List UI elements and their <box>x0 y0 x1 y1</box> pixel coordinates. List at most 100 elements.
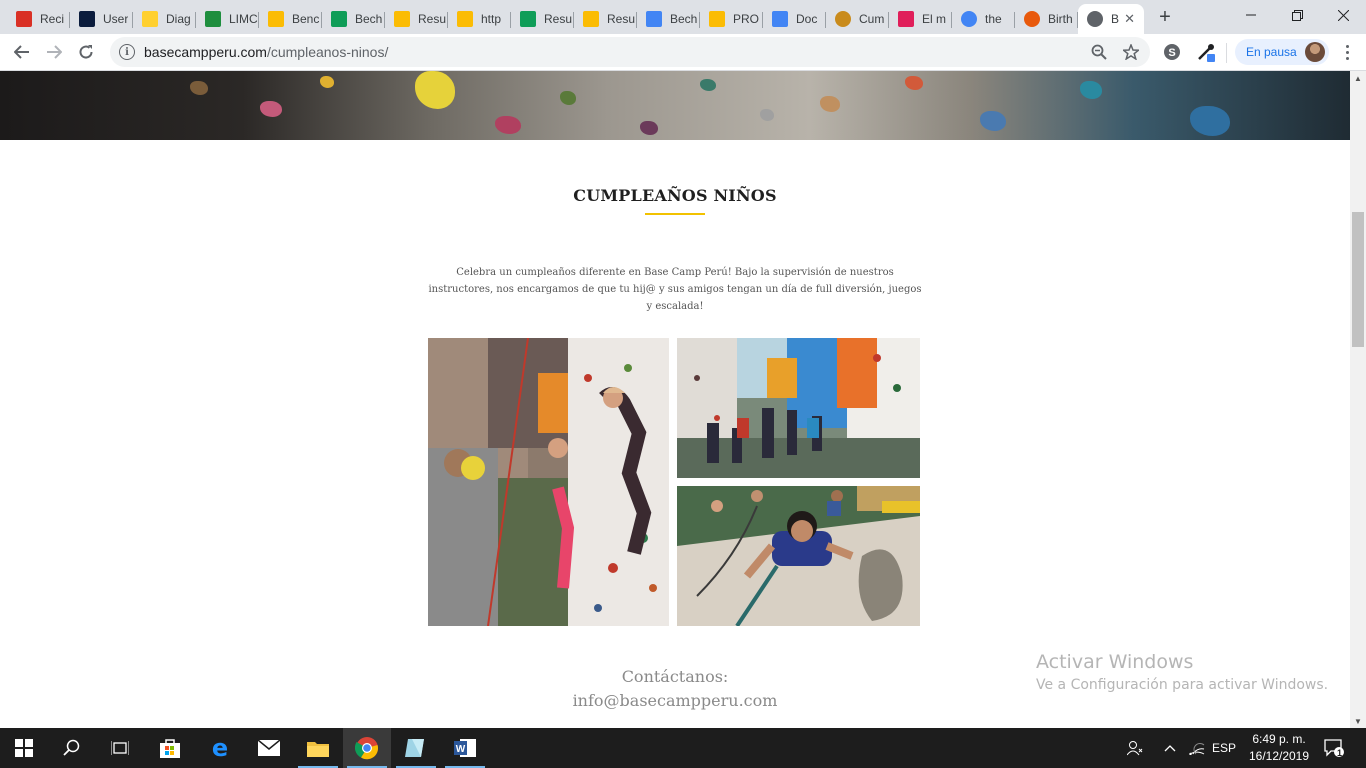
notes-icon <box>405 739 424 757</box>
google-icon <box>961 11 977 27</box>
tab-14[interactable]: Cum <box>826 4 889 34</box>
word-icon: W <box>454 739 476 757</box>
browser-menu-icon[interactable] <box>1337 42 1357 62</box>
climbing-photo-gym <box>677 338 920 478</box>
url-path: /cumpleanos-ninos/ <box>266 44 389 60</box>
notes-app-button[interactable] <box>392 728 440 768</box>
search-icon <box>63 739 80 756</box>
tab-2[interactable]: User <box>70 4 133 34</box>
toolbar-divider <box>1226 43 1227 63</box>
hero-banner-image <box>0 71 1350 140</box>
task-view-button[interactable] <box>96 728 144 768</box>
edge-icon: e <box>212 736 228 760</box>
eyedropper-extension-icon[interactable] <box>1196 42 1216 62</box>
minimize-button[interactable] <box>1228 0 1274 30</box>
edge-app-button[interactable]: e <box>196 728 244 768</box>
tab-5[interactable]: Benc <box>259 4 322 34</box>
task-view-icon <box>111 741 129 755</box>
activation-watermark-subtitle: Ve a Configuración para activar Windows. <box>1036 677 1329 693</box>
tab-15[interactable]: El m <box>889 4 952 34</box>
tab-12[interactable]: PRO <box>700 4 763 34</box>
tab-label: Resu <box>418 12 447 26</box>
tab-9[interactable]: Resu <box>511 4 574 34</box>
site-info-icon[interactable]: i <box>119 44 135 60</box>
tab-label: PRO <box>733 12 760 26</box>
mail-icon <box>258 740 280 756</box>
network-button[interactable] <box>1186 728 1208 768</box>
chrome-app-button[interactable] <box>343 728 391 768</box>
globe-icon <box>1087 11 1103 27</box>
tab-17[interactable]: Birth <box>1015 4 1078 34</box>
classroom-icon <box>205 11 221 27</box>
tab-8[interactable]: http <box>448 4 511 34</box>
action-center-button[interactable]: 1 <box>1320 728 1348 768</box>
close-window-button[interactable] <box>1320 0 1366 30</box>
word-app-button[interactable]: W <box>441 728 489 768</box>
people-button[interactable] <box>1124 728 1146 768</box>
reload-icon <box>79 45 93 59</box>
sheets-icon <box>331 11 347 27</box>
wifi-icon <box>1189 743 1205 755</box>
search-button[interactable] <box>48 728 96 768</box>
back-button[interactable] <box>8 38 36 66</box>
scroll-thumb[interactable] <box>1352 212 1364 347</box>
reload-button[interactable] <box>72 38 100 66</box>
avatar <box>1304 42 1325 62</box>
restore-button[interactable] <box>1274 0 1320 30</box>
start-button[interactable] <box>0 728 48 768</box>
address-bar[interactable]: i basecampperu.com/cumpleanos-ninos/ <box>110 37 1150 67</box>
language-indicator[interactable]: ESP <box>1210 728 1238 768</box>
people-icon <box>1127 741 1143 756</box>
chevron-up-icon <box>1164 745 1176 752</box>
profile-button[interactable]: En pausa <box>1235 39 1329 65</box>
zoom-icon[interactable] <box>1090 43 1108 61</box>
tab-13[interactable]: Doc <box>763 4 826 34</box>
tab-label: Resu <box>607 12 636 26</box>
tab-10[interactable]: Resu <box>574 4 637 34</box>
docs-icon <box>772 11 788 27</box>
tab-label: B <box>1111 12 1120 26</box>
restore-icon <box>1291 9 1303 21</box>
activation-watermark-title: Activar Windows <box>1036 651 1194 673</box>
close-icon <box>1337 9 1349 21</box>
new-tab-button[interactable]: + <box>1153 5 1177 29</box>
page-title: CUMPLEAÑOS NIÑOS <box>573 186 777 205</box>
climbing-photo-boy <box>677 486 920 626</box>
tab-label: http <box>481 12 502 26</box>
hidden-icons-button[interactable] <box>1160 728 1180 768</box>
tab-label: the <box>985 12 1002 26</box>
docs-icon <box>646 11 662 27</box>
bookmark-star-icon[interactable] <box>1122 43 1140 61</box>
folder-icon <box>307 742 329 757</box>
climbing-photo-girl <box>428 338 669 626</box>
svg-text:e: e <box>212 736 228 760</box>
skype-extension-icon[interactable]: S <box>1162 42 1182 62</box>
url-domain: basecampperu.com <box>144 44 267 60</box>
tab-1[interactable]: Reci <box>7 4 70 34</box>
url-text[interactable]: basecampperu.com/cumpleanos-ninos/ <box>144 44 388 60</box>
taskbar-clock[interactable]: 6:49 p. m. 16/12/2019 <box>1244 731 1314 765</box>
svg-text:S: S <box>1168 47 1175 59</box>
miro-icon <box>142 11 158 27</box>
forward-button[interactable] <box>40 38 68 66</box>
tab-strip: Reci User Diag LIMC Benc Bech Resu http Resu Resu… <box>0 0 1366 34</box>
mail-app-button[interactable] <box>245 728 293 768</box>
tab-label: Benc <box>292 12 320 26</box>
browser-toolbar: i basecampperu.com/cumpleanos-ninos/ S E… <box>0 34 1366 71</box>
tab-label: El m <box>922 12 946 26</box>
tab-16[interactable]: the <box>952 4 1015 34</box>
page-scrollbar[interactable]: ▲ ▼ <box>1350 71 1366 728</box>
tab-6[interactable]: Bech <box>322 4 385 34</box>
file-explorer-button[interactable] <box>294 728 342 768</box>
contact-email-link[interactable]: info@basecampperu.com <box>0 691 1350 710</box>
store-app-button[interactable] <box>146 728 194 768</box>
tab-18[interactable]: B ✕ <box>1078 4 1144 34</box>
tab-4[interactable]: LIMC <box>196 4 259 34</box>
scroll-down-icon[interactable]: ▼ <box>1350 714 1366 728</box>
tab-7[interactable]: Resu <box>385 4 448 34</box>
windows-taskbar: e W ESP 6:49 p. m. 16/12/2019 1 <box>0 728 1366 768</box>
tab-close-icon[interactable]: ✕ <box>1124 11 1135 27</box>
scroll-up-icon[interactable]: ▲ <box>1350 71 1366 85</box>
tab-3[interactable]: Diag <box>133 4 196 34</box>
tab-11[interactable]: Bech <box>637 4 700 34</box>
